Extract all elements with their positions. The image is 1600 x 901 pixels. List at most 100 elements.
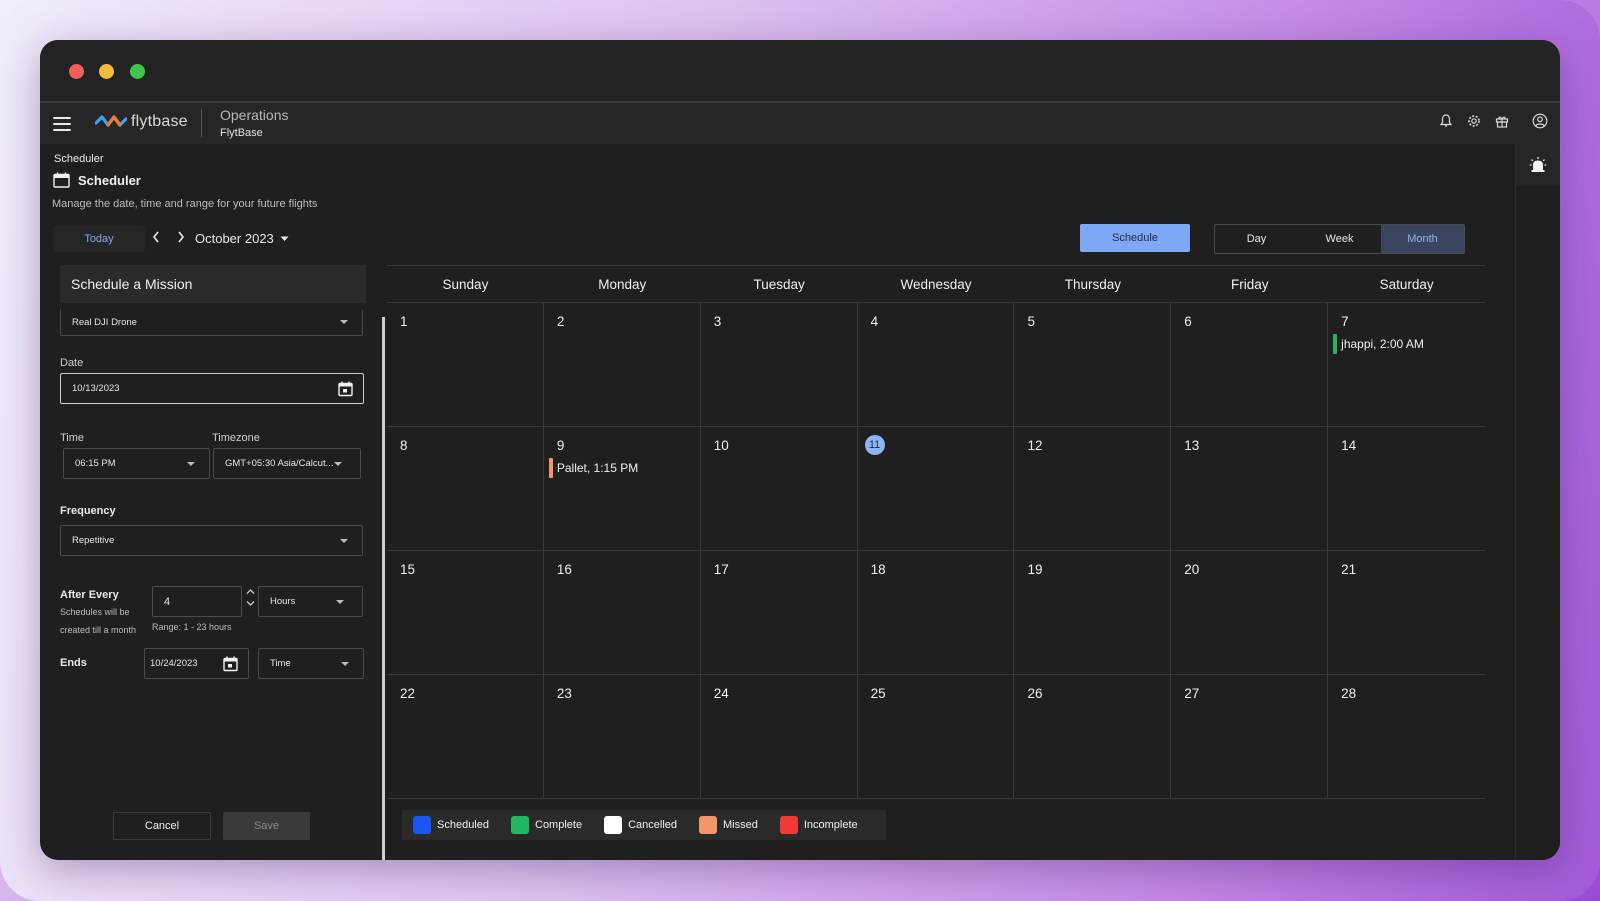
calendar-day-cell[interactable]: 7 jhappi, 2:00 AM bbox=[1328, 303, 1485, 426]
minimize-window-button[interactable] bbox=[99, 64, 114, 79]
caret-down-icon bbox=[334, 461, 342, 466]
gear-icon[interactable] bbox=[1466, 113, 1482, 129]
day-number: 14 bbox=[1341, 438, 1357, 453]
calendar-day-cell[interactable]: 17 bbox=[701, 551, 858, 674]
day-number: 1 bbox=[400, 314, 408, 329]
legend-swatch bbox=[604, 816, 623, 834]
interval-input[interactable]: 4 bbox=[152, 586, 242, 617]
view-month-button[interactable]: Month bbox=[1381, 225, 1464, 253]
calendar-day-cell[interactable]: 12 bbox=[1014, 427, 1172, 550]
ends-type-value: Time bbox=[270, 658, 291, 669]
calendar-day-cell[interactable]: 13 bbox=[1171, 427, 1329, 550]
day-number: 26 bbox=[1027, 686, 1043, 701]
frequency-select-value: Repetitive bbox=[72, 535, 115, 546]
weekday-label: Tuesday bbox=[753, 276, 805, 292]
calendar-icon[interactable] bbox=[223, 656, 238, 672]
day-number: 12 bbox=[1027, 438, 1043, 453]
month-calendar: Sunday Monday Tuesday Wednesday Thursday… bbox=[387, 265, 1485, 860]
calendar-day-cell[interactable]: 28 bbox=[1328, 675, 1485, 798]
month-picker[interactable]: October 2023 bbox=[195, 231, 289, 246]
calendar-day-cell[interactable]: 11 bbox=[858, 427, 1015, 550]
date-field[interactable]: 10/13/2023 bbox=[60, 373, 364, 404]
calendar-day-cell[interactable]: 18 bbox=[858, 551, 1015, 674]
event-status-bar bbox=[548, 458, 553, 478]
bell-icon[interactable] bbox=[1438, 113, 1454, 129]
calendar-day-cell[interactable]: 8 bbox=[387, 427, 544, 550]
view-week-button[interactable]: Week bbox=[1298, 225, 1381, 253]
calendar-day-cell[interactable]: 5 bbox=[1014, 303, 1172, 426]
chevron-up-icon[interactable] bbox=[244, 586, 256, 598]
after-every-label: After Every bbox=[60, 589, 119, 601]
calendar-day-cell[interactable]: 25 bbox=[858, 675, 1015, 798]
brand-logo[interactable]: flytbase bbox=[95, 112, 188, 132]
timezone-select[interactable]: GMT+05:30 Asia/Calcut... bbox=[213, 448, 361, 479]
timezone-label: Timezone bbox=[212, 432, 260, 444]
calendar-day-cell[interactable]: 22 bbox=[387, 675, 544, 798]
today-day-number: 11 bbox=[864, 435, 885, 455]
calendar-event[interactable]: Pallet, 1:15 PM bbox=[548, 458, 638, 478]
calendar-day-cell[interactable]: 19 bbox=[1014, 551, 1172, 674]
page-title-text: Scheduler bbox=[78, 172, 141, 188]
calendar-day-cell[interactable]: 16 bbox=[544, 551, 701, 674]
save-button[interactable]: Save bbox=[223, 812, 310, 840]
calendar-day-cell[interactable]: 15 bbox=[387, 551, 544, 674]
caret-down-icon bbox=[187, 461, 195, 466]
day-number: 16 bbox=[556, 562, 572, 577]
drone-select[interactable]: Real DJI Drone bbox=[60, 309, 363, 336]
calendar-day-cell[interactable]: 20 bbox=[1171, 551, 1329, 674]
event-status-bar bbox=[1333, 334, 1338, 354]
cancel-button[interactable]: Cancel bbox=[113, 812, 211, 840]
legend-item: Missed bbox=[699, 816, 758, 834]
calendar-day-cell[interactable]: 27 bbox=[1171, 675, 1329, 798]
calendar-day-cell[interactable]: 10 bbox=[701, 427, 858, 550]
siren-icon[interactable] bbox=[1516, 144, 1560, 186]
calendar-day-cell[interactable]: 26 bbox=[1014, 675, 1172, 798]
weekday-header: Sunday Monday Tuesday Wednesday Thursday… bbox=[387, 265, 1485, 303]
calendar-day-cell[interactable]: 9 Pallet, 1:15 PM bbox=[544, 427, 701, 550]
calendar-day-cell[interactable]: 24 bbox=[701, 675, 858, 798]
hamburger-icon[interactable] bbox=[53, 117, 71, 131]
user-circle-icon[interactable] bbox=[1532, 113, 1548, 129]
calendar-day-cell[interactable]: 6 bbox=[1171, 303, 1329, 426]
ends-type-select[interactable]: Time bbox=[258, 648, 364, 679]
calendar-icon[interactable] bbox=[338, 381, 353, 397]
day-number: 18 bbox=[870, 562, 886, 577]
maximize-window-button[interactable] bbox=[130, 64, 145, 79]
frequency-select[interactable]: Repetitive bbox=[60, 525, 363, 556]
interval-stepper[interactable] bbox=[244, 586, 256, 614]
legend-item: Incomplete bbox=[779, 816, 858, 834]
day-number: 3 bbox=[713, 314, 722, 329]
day-number: 25 bbox=[870, 686, 886, 701]
right-side-rail bbox=[1515, 144, 1560, 860]
calendar-day-cell[interactable]: 2 bbox=[544, 303, 701, 426]
legend-swatch bbox=[699, 816, 717, 834]
calendar-icon bbox=[53, 172, 70, 188]
calendar-day-cell[interactable]: 23 bbox=[544, 675, 701, 798]
weekday-label: Sunday bbox=[442, 276, 489, 292]
breadcrumb[interactable]: Scheduler bbox=[54, 153, 104, 165]
brand-name: flytbase bbox=[131, 113, 188, 130]
chevron-down-icon[interactable] bbox=[244, 598, 256, 610]
calendar-day-cell[interactable]: 1 bbox=[387, 303, 544, 426]
calendar-day-cell[interactable]: 21 bbox=[1328, 551, 1485, 674]
gift-icon[interactable] bbox=[1494, 113, 1510, 129]
ends-date-field[interactable]: 10/24/2023 bbox=[144, 648, 249, 679]
schedule-mission-panel: Schedule a Mission Real DJI Drone Date 1… bbox=[40, 265, 386, 860]
range-note: Range: 1 - 23 hours bbox=[152, 622, 232, 632]
calendar-day-cell[interactable]: 4 bbox=[858, 303, 1015, 426]
chevron-right-icon[interactable] bbox=[177, 230, 185, 246]
calendar-day-cell[interactable]: 3 bbox=[701, 303, 858, 426]
calendar-day-cell[interactable]: 14 bbox=[1328, 427, 1485, 550]
time-select[interactable]: 06:15 PM bbox=[63, 448, 210, 479]
interval-input-value: 4 bbox=[164, 595, 171, 608]
schedule-button[interactable]: Schedule bbox=[1080, 224, 1190, 252]
view-day-button[interactable]: Day bbox=[1215, 225, 1298, 253]
close-window-button[interactable] bbox=[69, 64, 84, 79]
day-number: 9 bbox=[556, 438, 565, 453]
app-section-title: Operations bbox=[220, 107, 289, 123]
today-button[interactable]: Today bbox=[53, 226, 145, 252]
interval-unit-select[interactable]: Hours bbox=[258, 586, 363, 617]
chevron-left-icon[interactable] bbox=[152, 230, 160, 246]
panel-scrollbar[interactable] bbox=[382, 317, 385, 860]
calendar-event[interactable]: jhappi, 2:00 AM bbox=[1333, 334, 1424, 354]
